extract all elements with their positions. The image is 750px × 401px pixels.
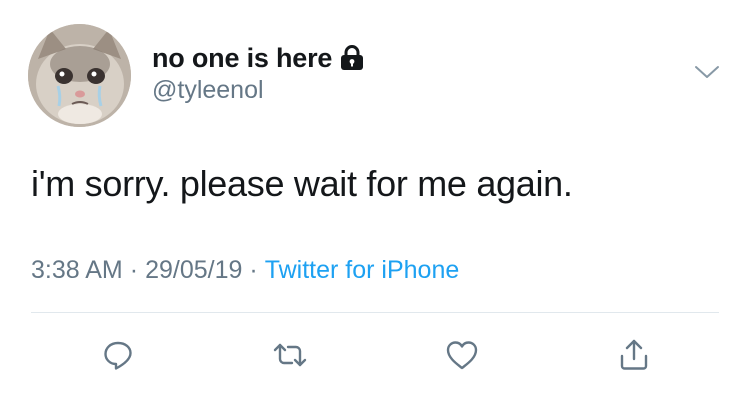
author-name-row: no one is here [152, 38, 364, 78]
retweet-button[interactable] [270, 337, 310, 377]
chevron-down-icon[interactable] [694, 62, 720, 82]
reply-icon [102, 339, 134, 376]
divider [31, 312, 719, 313]
share-button[interactable] [614, 337, 654, 377]
author-display-name[interactable]: no one is here [152, 43, 332, 74]
tweet-time[interactable]: 3:38 AM [31, 256, 123, 284]
like-icon [445, 339, 479, 376]
author-handle[interactable]: @tyleenol [152, 76, 264, 105]
lock-icon [340, 45, 364, 71]
tweet-date[interactable]: 29/05/19 [145, 256, 242, 284]
tweet-meta: 3:38 AM · 29/05/19 · Twitter for iPhone [31, 256, 459, 285]
like-button[interactable] [442, 337, 482, 377]
share-icon [618, 338, 650, 377]
tweet-source-link[interactable]: Twitter for iPhone [265, 256, 460, 284]
meta-separator: · [129, 256, 139, 284]
meta-separator: · [249, 256, 258, 284]
tweet-text: i'm sorry. please wait for me again. [31, 163, 573, 204]
avatar[interactable] [28, 24, 131, 127]
retweet-icon [272, 339, 308, 376]
reply-button[interactable] [98, 337, 138, 377]
